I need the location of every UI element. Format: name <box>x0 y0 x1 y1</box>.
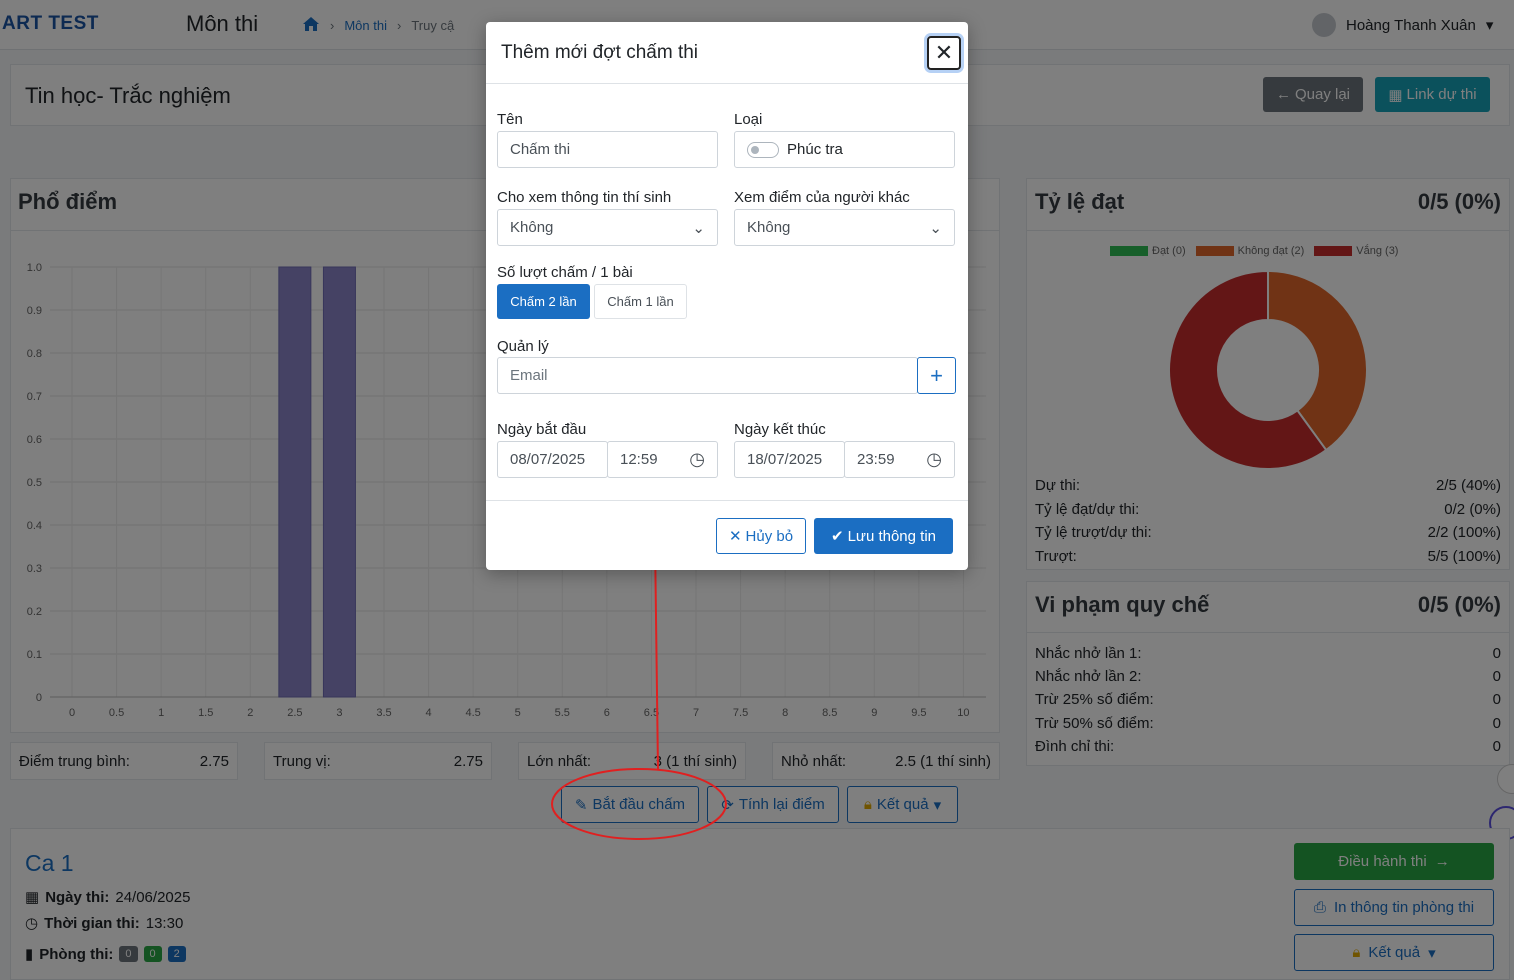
view-others-value: Không <box>747 219 791 236</box>
annotation-arrow <box>654 539 659 771</box>
end-date-input[interactable]: 18/07/2025 <box>734 441 845 478</box>
start-time-input[interactable]: 12:59 ◷ <box>607 441 718 478</box>
show-info-value: Không <box>510 219 554 236</box>
cancel-button[interactable]: ✕ Hủy bỏ <box>716 518 806 554</box>
chevron-down-icon: ⌄ <box>692 219 705 237</box>
save-button[interactable]: ✔ Lưu thông tin <box>814 518 953 554</box>
grade-once-button[interactable]: Chấm 1 lần <box>594 284 687 319</box>
cancel-button-label: Hủy bỏ <box>745 527 794 545</box>
end-time-input[interactable]: 23:59 ◷ <box>844 441 955 478</box>
clock-icon: ◷ <box>926 449 942 469</box>
manager-label: Quản lý <box>497 338 549 355</box>
name-input[interactable]: Chấm thi <box>497 131 718 168</box>
name-label: Tên <box>497 111 523 128</box>
clock-icon: ◷ <box>689 449 705 469</box>
grade-twice-button[interactable]: Chấm 2 lần <box>497 284 590 319</box>
modal-footer <box>486 500 968 501</box>
modal-title: Thêm mới đợt chấm thi <box>501 42 699 63</box>
start-date-label: Ngày bắt đầu <box>497 421 587 438</box>
end-time-value: 23:59 <box>857 451 895 468</box>
view-others-select[interactable]: Không ⌄ <box>734 209 955 246</box>
manager-email-input[interactable]: Email <box>497 357 918 394</box>
show-info-label: Cho xem thông tin thí sinh <box>497 189 672 206</box>
add-manager-button[interactable]: + <box>917 357 956 394</box>
start-date-input[interactable]: 08/07/2025 <box>497 441 608 478</box>
plus-icon: + <box>930 362 943 388</box>
end-date-label: Ngày kết thúc <box>734 421 826 438</box>
type-field: Phúc tra <box>734 131 955 168</box>
review-toggle[interactable] <box>747 141 779 158</box>
annotation-highlight-ellipse <box>551 768 727 840</box>
view-others-label: Xem điểm của người khác <box>734 189 910 206</box>
passes-label: Số lượt chấm / 1 bài <box>497 264 633 281</box>
add-grading-round-modal: Thêm mới đợt chấm thi ✕ Tên Chấm thi Loạ… <box>486 22 968 570</box>
show-info-select[interactable]: Không ⌄ <box>497 209 718 246</box>
check-icon: ✔ <box>830 528 844 545</box>
close-icon: ✕ <box>728 528 742 545</box>
type-label: Loại <box>734 111 763 128</box>
close-icon[interactable]: ✕ <box>927 36 961 70</box>
chevron-down-icon: ⌄ <box>929 219 942 237</box>
review-toggle-label: Phúc tra <box>787 141 843 158</box>
start-time-value: 12:59 <box>620 451 658 468</box>
save-button-label: Lưu thông tin <box>847 527 937 545</box>
